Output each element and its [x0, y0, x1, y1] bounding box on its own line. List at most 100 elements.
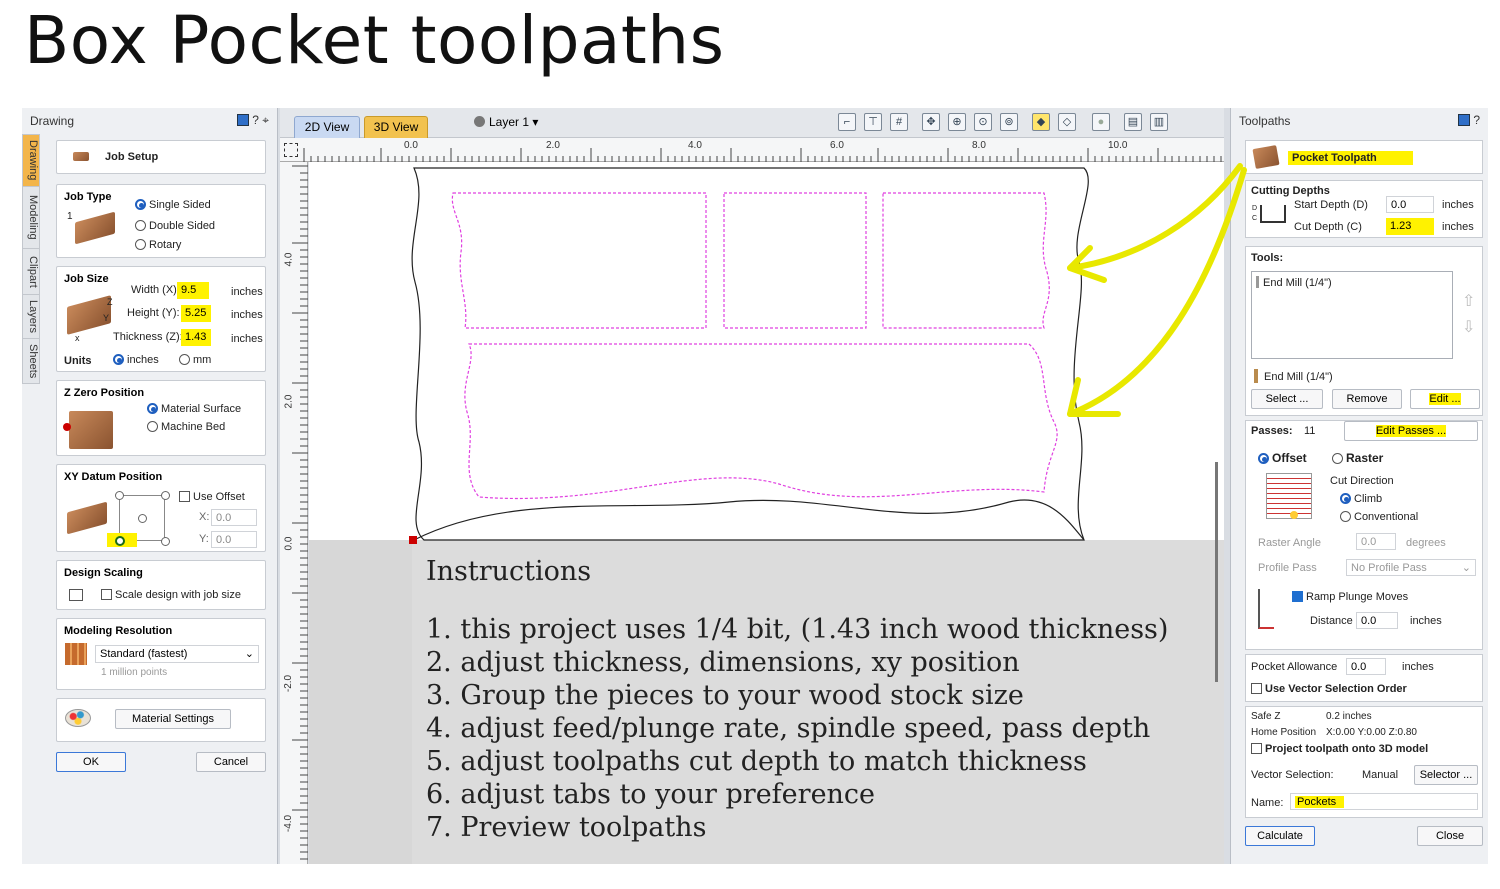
pocket-toolpath-header: Pocket Toolpath: [1245, 140, 1483, 174]
tools-list[interactable]: End Mill (1/4"): [1251, 271, 1453, 359]
depth-icon-d: D: [1252, 205, 1258, 212]
radio-material-surface[interactable]: Material Surface: [147, 403, 241, 415]
scale-design-checkbox[interactable]: Scale design with job size: [101, 589, 241, 601]
vector-order-checkbox[interactable]: Use Vector Selection Order: [1251, 683, 1407, 695]
width-input[interactable]: 9.5: [177, 282, 209, 299]
close-button[interactable]: Close: [1417, 826, 1483, 846]
z-zero-icon: [69, 411, 113, 449]
material-settings-button[interactable]: Material Settings: [115, 709, 231, 729]
cut-depth-input[interactable]: 1.23: [1386, 218, 1434, 235]
toolpaths-pin-icon[interactable]: ?: [1457, 113, 1480, 127]
x-offset-input[interactable]: 0.0: [211, 509, 257, 526]
ruler-top-ticks: [303, 148, 1222, 162]
resolution-select[interactable]: Standard (fastest) ⌄: [95, 645, 259, 663]
split-horizontal-icon[interactable]: ▤: [1124, 113, 1142, 131]
pocket-allowance-input[interactable]: 0.0: [1346, 658, 1386, 675]
radio-inches[interactable]: inches: [113, 354, 159, 366]
side-tab-drawing[interactable]: Drawing: [22, 134, 40, 186]
cutting-depths-title: Cutting Depths: [1251, 185, 1330, 197]
calculate-button[interactable]: Calculate: [1245, 826, 1315, 846]
height-input[interactable]: 5.25: [181, 305, 211, 322]
tab-3d-view[interactable]: 3D View: [364, 116, 428, 138]
move-down-icon[interactable]: ⇩: [1462, 317, 1475, 337]
remove-tool-button[interactable]: Remove: [1332, 389, 1402, 409]
datum-bottom-left[interactable]: [115, 536, 125, 546]
radio-offset[interactable]: Offset: [1258, 451, 1307, 465]
render-icon[interactable]: ●: [1092, 113, 1110, 131]
pan-icon[interactable]: ✥: [922, 113, 940, 131]
zoom-selection-icon[interactable]: ⊚: [1000, 113, 1018, 131]
datum-center[interactable]: [138, 514, 147, 523]
passes-strategy-section: Passes: 11 Edit Passes ... Offset Raster…: [1245, 420, 1483, 650]
profile-pass-select[interactable]: No Profile Pass ⌄: [1346, 559, 1476, 576]
zoom-fit-icon[interactable]: ⊙: [974, 113, 992, 131]
name-input[interactable]: Pockets: [1290, 793, 1478, 810]
datum-top-left[interactable]: [115, 491, 124, 500]
use-offset-checkbox[interactable]: Use Offset: [179, 491, 245, 503]
start-depth-input[interactable]: 0.0: [1386, 196, 1434, 213]
y-offset-input[interactable]: 0.0: [211, 531, 257, 548]
instruction-line: 6. adjust tabs to your preference: [426, 779, 876, 810]
panel-pin-icon[interactable]: ? ⌖: [236, 113, 269, 128]
pocket-toolpath-title: Pocket Toolpath: [1288, 151, 1413, 165]
edit-tool-button[interactable]: Edit ...: [1410, 389, 1480, 409]
radio-double-sided[interactable]: Double Sided: [135, 220, 215, 232]
ramp-checkbox[interactable]: Ramp Plunge Moves: [1292, 591, 1408, 603]
ruler-top-label: 0.0: [404, 140, 418, 151]
zoom-in-icon[interactable]: ⊕: [948, 113, 966, 131]
radio-rotary[interactable]: Rotary: [135, 239, 181, 251]
datum-top-right[interactable]: [161, 491, 170, 500]
safe-z-value: 0.2 inches: [1326, 711, 1372, 722]
ok-button[interactable]: OK: [56, 752, 126, 772]
start-depth-unit: inches: [1442, 199, 1474, 211]
job-size-title: Job Size: [64, 273, 109, 285]
side-tab-clipart[interactable]: Clipart: [22, 248, 40, 294]
ruler-corner-icon[interactable]: [284, 143, 298, 157]
thickness-label: Thickness (Z):: [113, 331, 183, 343]
node-edit-icon[interactable]: ⌐: [838, 113, 856, 131]
cancel-button[interactable]: Cancel: [196, 752, 266, 772]
side-tab-layers[interactable]: Layers: [22, 294, 40, 338]
tab-2d-view[interactable]: 2D View: [294, 116, 360, 138]
raster-angle-label: Raster Angle: [1258, 537, 1321, 549]
radio-conventional[interactable]: Conventional: [1340, 511, 1418, 523]
radio-raster[interactable]: Raster: [1332, 451, 1383, 465]
scale-icon: [69, 589, 83, 601]
datum-bottom-right[interactable]: [161, 537, 170, 546]
move-up-icon[interactable]: ⇧: [1462, 291, 1475, 311]
side-tab-modeling[interactable]: Modeling: [22, 186, 40, 248]
split-vertical-icon[interactable]: ▥: [1150, 113, 1168, 131]
passes-value: 11: [1304, 425, 1316, 437]
project-3d-checkbox[interactable]: Project toolpath onto 3D model: [1251, 743, 1428, 755]
cut-depth-unit: inches: [1442, 221, 1474, 233]
single-sided-icon: [75, 211, 115, 245]
vertical-scrollbar[interactable]: [1215, 462, 1218, 682]
snap-icon[interactable]: ⊤: [864, 113, 882, 131]
ruler-top-label: 10.0: [1108, 140, 1128, 151]
select-tool-button[interactable]: Select ...: [1251, 389, 1323, 409]
ruler-top-label: 4.0: [688, 140, 702, 151]
vector-icon[interactable]: ◇: [1058, 113, 1076, 131]
xy-datum-section: XY Datum Position Use Offset X: 0.0 Y: 0…: [56, 464, 266, 552]
toolpath-preview-icon[interactable]: ◆: [1032, 113, 1050, 131]
palette-icon: [65, 709, 91, 727]
grid-icon[interactable]: #: [890, 113, 908, 131]
start-depth-label: Start Depth (D): [1294, 199, 1368, 211]
radio-climb[interactable]: Climb: [1340, 493, 1382, 505]
thickness-input[interactable]: 1.43: [181, 329, 211, 346]
radio-machine-bed[interactable]: Machine Bed: [147, 421, 225, 433]
radio-mm[interactable]: mm: [179, 354, 211, 366]
radio-single-sided[interactable]: Single Sided: [135, 199, 211, 211]
side-tab-sheets[interactable]: Sheets: [22, 338, 40, 384]
edit-passes-button[interactable]: Edit Passes ...: [1344, 421, 1478, 441]
drawing-panel-header: Drawing ? ⌖: [22, 108, 277, 134]
job-type-icon-number: 1: [67, 211, 73, 222]
layer-dropdown[interactable]: Layer 1 ▾: [474, 115, 538, 129]
tools-list-item[interactable]: End Mill (1/4"): [1256, 276, 1332, 289]
modeling-resolution-title: Modeling Resolution: [64, 625, 173, 637]
instructions-text: Instructions 1. this project uses 1/4 bi…: [426, 556, 1168, 844]
ruler-left: 4.0 2.0 0.0 -2.0 -4.0: [280, 162, 308, 864]
selector-button[interactable]: Selector ...: [1414, 765, 1478, 785]
raster-angle-input[interactable]: 0.0: [1356, 533, 1396, 550]
ramp-distance-input[interactable]: 0.0: [1356, 612, 1398, 629]
